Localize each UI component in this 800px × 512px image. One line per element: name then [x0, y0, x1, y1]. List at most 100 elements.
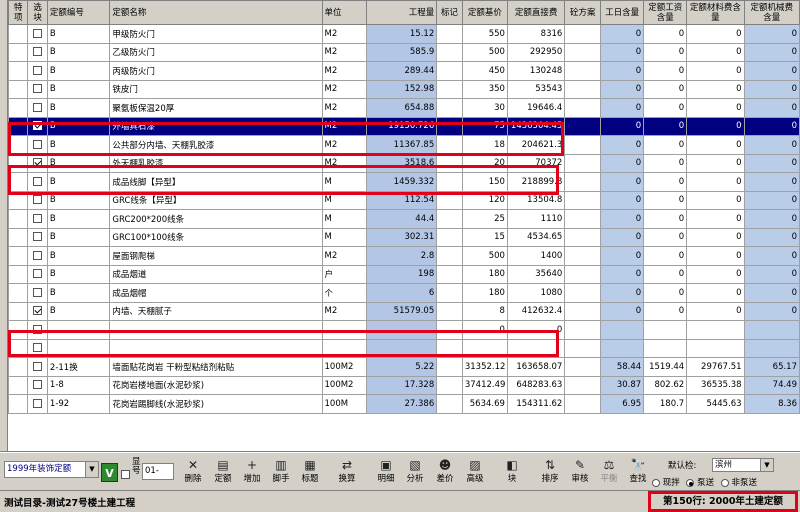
cell-plan[interactable] [564, 98, 602, 118]
scaffold-button[interactable]: ▥ 脚手 [266, 457, 296, 487]
cell-machine[interactable]: 74.49 [743, 375, 800, 395]
cell-machine[interactable] [743, 320, 800, 340]
cell-unit[interactable]: 100M2 [321, 375, 367, 395]
cell-tx[interactable] [7, 135, 29, 155]
cell-plan[interactable] [564, 283, 602, 303]
cell-code[interactable]: B [46, 98, 111, 118]
cell-machine[interactable]: 0 [743, 190, 800, 210]
cell-code[interactable]: B [46, 301, 111, 321]
cell-code[interactable]: B [46, 42, 111, 62]
col-header-name[interactable]: 定额名称 [109, 0, 323, 25]
col-header-unit[interactable]: 单位 [321, 0, 367, 25]
cell-plan[interactable] [564, 209, 602, 229]
table-row[interactable]: B 屋面钢爬梯 M2 2.8 500 1400 0 0 0 0 [7, 246, 800, 266]
block-button[interactable]: ◧ 块 [497, 457, 527, 487]
cell-mark[interactable] [436, 98, 463, 118]
cell-tx[interactable] [7, 264, 29, 284]
code-prefix-input[interactable]: 01- [142, 463, 174, 480]
cell-price[interactable]: 180 [461, 264, 508, 284]
cell-material[interactable]: 0 [686, 153, 745, 173]
cell-direct[interactable]: 8316 [506, 24, 566, 44]
row-select-checkbox[interactable] [33, 213, 43, 223]
cell-qty[interactable]: 6 [365, 283, 438, 303]
add-button[interactable]: + 增加 [237, 457, 267, 487]
cell-material[interactable]: 0 [686, 283, 745, 303]
cell-qty[interactable]: 585.9 [365, 42, 438, 62]
cell-name[interactable]: 墙面贴花岗岩 干粉型粘结剂粘贴 [109, 357, 323, 377]
cell-unit[interactable] [321, 338, 367, 358]
cell-mark[interactable] [436, 264, 463, 284]
row-selector-strip[interactable] [0, 0, 8, 451]
cell-mark[interactable] [436, 209, 463, 229]
cell-unit[interactable]: M2 [321, 153, 367, 173]
cell-workday[interactable]: 0 [600, 190, 645, 210]
cell-price[interactable]: 20 [461, 153, 508, 173]
cell-price[interactable]: 120 [461, 190, 508, 210]
row-select-checkbox[interactable] [33, 102, 43, 112]
col-header-material[interactable]: 定额材料费含量 [686, 0, 745, 25]
cell-material[interactable]: 0 [686, 246, 745, 266]
col-header-code[interactable]: 定额编号 [46, 0, 111, 25]
cell-qty[interactable]: 302.31 [365, 227, 438, 247]
table-row[interactable]: B 外墙真石漆 M2 19150.726 75 1436304.45 0 0 0 0 [7, 116, 800, 136]
cell-direct[interactable]: 53543 [506, 79, 566, 99]
cell-qty[interactable]: 1459.332 [365, 172, 438, 192]
cell-workday[interactable] [600, 320, 645, 340]
cell-code[interactable] [46, 320, 111, 340]
cell-code[interactable]: B [46, 190, 111, 210]
cell-machine[interactable]: 0 [743, 301, 800, 321]
cell-tx[interactable] [7, 320, 29, 340]
cell-plan[interactable] [564, 79, 602, 99]
cell-tx[interactable] [7, 301, 29, 321]
cell-machine[interactable]: 0 [743, 264, 800, 284]
cell-material[interactable]: 0 [686, 24, 745, 44]
select-cell[interactable] [27, 24, 48, 44]
cell-code[interactable]: B [46, 246, 111, 266]
row-select-checkbox[interactable] [33, 158, 43, 168]
cell-tx[interactable] [7, 190, 29, 210]
cell-material[interactable] [686, 320, 745, 340]
table-row[interactable]: B GRC200*200线条 M 44.4 25 1110 0 0 0 0 [7, 209, 800, 229]
cell-qty[interactable]: 3518.6 [365, 153, 438, 173]
cell-labor[interactable]: 1519.44 [643, 357, 688, 377]
cell-qty[interactable]: 27.386 [365, 394, 438, 414]
cell-mark[interactable] [436, 153, 463, 173]
cell-name[interactable]: 屋面钢爬梯 [109, 246, 323, 266]
cell-workday[interactable]: 0 [600, 98, 645, 118]
cell-material[interactable]: 29767.51 [686, 357, 745, 377]
cell-plan[interactable] [564, 24, 602, 44]
select-cell[interactable] [27, 357, 48, 377]
cell-machine[interactable]: 0 [743, 24, 800, 44]
cell-qty[interactable]: 2.8 [365, 246, 438, 266]
cell-material[interactable]: 0 [686, 264, 745, 284]
code-toggle-checkbox[interactable] [121, 470, 130, 479]
cell-machine[interactable]: 0 [743, 172, 800, 192]
cell-unit[interactable]: M2 [321, 116, 367, 136]
cell-mark[interactable] [436, 338, 463, 358]
cell-labor[interactable]: 0 [643, 246, 688, 266]
cell-name[interactable] [109, 338, 323, 358]
row-select-checkbox[interactable] [33, 176, 43, 186]
cell-mark[interactable] [436, 301, 463, 321]
cell-code[interactable]: B [46, 172, 111, 192]
cell-unit[interactable]: M2 [321, 61, 367, 81]
table-row[interactable]: B 外天棚乳胶漆 M2 3518.6 20 70372 0 0 0 0 [7, 153, 800, 173]
table-row[interactable]: B GRC线条【异型】 M 112.54 120 13504.8 0 0 0 0 [7, 190, 800, 210]
select-cell[interactable] [27, 135, 48, 155]
delete-button[interactable]: ✕ 删除 [178, 457, 208, 487]
select-cell[interactable] [27, 301, 48, 321]
cell-plan[interactable] [564, 172, 602, 192]
cell-mark[interactable] [436, 172, 463, 192]
cell-qty[interactable]: 51579.05 [365, 301, 438, 321]
cell-tx[interactable] [7, 357, 29, 377]
col-header-tx[interactable]: 特项 [7, 0, 29, 25]
cell-labor[interactable]: 0 [643, 227, 688, 247]
chevron-down-icon[interactable]: ▼ [85, 462, 98, 477]
cell-machine[interactable]: 0 [743, 61, 800, 81]
cell-qty[interactable]: 289.44 [365, 61, 438, 81]
cell-workday[interactable]: 0 [600, 283, 645, 303]
col-header-qty[interactable]: 工程量 [365, 0, 438, 25]
cell-direct[interactable]: 1436304.45 [506, 116, 566, 136]
balance-button[interactable]: ⚖ 平衡 [594, 457, 624, 487]
cell-material[interactable]: 0 [686, 172, 745, 192]
